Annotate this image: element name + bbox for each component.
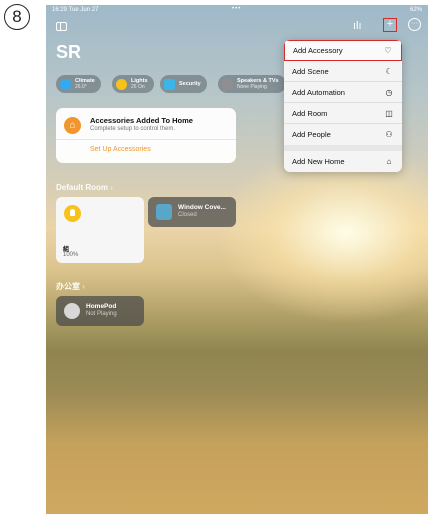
- homepod-icon: [64, 303, 80, 319]
- lock-icon: [164, 78, 175, 90]
- accessory-status: Closed: [178, 212, 197, 218]
- add-accessory-item[interactable]: Add Accessory ♡: [284, 40, 402, 61]
- room-name: 办公室: [56, 282, 80, 291]
- menu-item-label: Add Scene: [292, 66, 329, 76]
- room-name: Default Room: [56, 183, 108, 192]
- room-header-office[interactable]: 办公室 ›: [56, 281, 85, 292]
- accessory-name: Window Cove...: [178, 204, 226, 211]
- speakers-value: None Playing: [237, 84, 267, 90]
- more-options-icon[interactable]: ···: [408, 18, 421, 31]
- accessories-added-card: ⌂ Accessories Added To Home Complete set…: [56, 108, 236, 163]
- add-automation-item[interactable]: Add Automation ◷: [284, 82, 402, 103]
- security-pill[interactable]: Security: [160, 75, 207, 93]
- card-title: Accessories Added To Home: [90, 116, 193, 125]
- climate-icon: [60, 78, 71, 90]
- menu-item-label: Add Accessory: [293, 46, 343, 55]
- card-subtitle: Complete setup to control them.: [90, 126, 176, 132]
- room-header-default[interactable]: Default Room ›: [56, 183, 113, 192]
- speakers-pill[interactable]: Speakers & TVs None Playing: [218, 75, 286, 93]
- blinds-icon: [156, 204, 172, 220]
- intercom-waveform-icon[interactable]: ılı: [353, 20, 362, 32]
- add-room-item[interactable]: Add Room ◫: [284, 103, 402, 124]
- step-number-badge: 8: [4, 4, 30, 30]
- home-title: SR: [56, 42, 82, 62]
- add-button[interactable]: +: [383, 18, 397, 32]
- home-icon: ⌂: [64, 117, 81, 134]
- menu-item-label: Add People: [292, 130, 331, 139]
- light-accessory-tile[interactable]: 組 100%: [56, 197, 144, 263]
- status-bar: 16:29 Tue Jun 27 ••• 62%: [46, 5, 428, 17]
- window-covering-tile[interactable]: Window Cove... Closed: [148, 197, 236, 227]
- lights-value: 26 On: [131, 84, 145, 90]
- sidebar-toggle-icon[interactable]: [56, 22, 67, 31]
- climate-value: 26.0°: [75, 84, 87, 90]
- tv-icon: [222, 78, 233, 90]
- lightbulb-icon: ♡: [384, 46, 392, 55]
- accessory-status: Not Playing: [86, 311, 117, 317]
- menu-item-label: Add Room: [292, 108, 328, 118]
- accessory-name: HomePod: [86, 303, 117, 310]
- lightbulb-icon: [116, 78, 127, 90]
- battery-level: 62%: [409, 7, 422, 13]
- room-icon: ◫: [385, 108, 393, 118]
- accessory-status: 100%: [63, 252, 79, 258]
- chevron-right-icon: ›: [82, 282, 85, 291]
- chevron-right-icon: ›: [110, 183, 113, 192]
- menu-item-label: Add Automation: [292, 87, 345, 97]
- status-time: 16:29 Tue Jun 27: [52, 7, 99, 13]
- lightbulb-icon[interactable]: [64, 205, 81, 222]
- add-people-item[interactable]: Add People ⚇: [284, 124, 402, 145]
- set-up-accessories-link[interactable]: Set Up Accessories: [90, 146, 151, 153]
- security-label: Security: [179, 81, 201, 87]
- add-scene-item[interactable]: Add Scene ☾: [284, 61, 402, 82]
- multitasking-dots-icon[interactable]: •••: [232, 6, 241, 12]
- home-icon: ⌂: [386, 157, 392, 166]
- card-divider: [56, 139, 236, 140]
- lights-pill[interactable]: Lights 26 On: [112, 75, 154, 93]
- climate-pill[interactable]: Climate 26.0°: [56, 75, 101, 93]
- add-new-home-item[interactable]: Add New Home ⌂: [284, 151, 402, 172]
- menu-item-label: Add New Home: [292, 157, 345, 166]
- automation-clock-icon: ◷: [385, 87, 393, 97]
- home-app-screen: 16:29 Tue Jun 27 ••• 62% ılı + ··· SR Cl…: [46, 5, 428, 514]
- add-menu: Add Accessory ♡ Add Scene ☾ Add Automati…: [284, 40, 402, 172]
- people-icon: ⚇: [385, 130, 393, 139]
- scene-icon: ☾: [385, 66, 393, 76]
- homepod-tile[interactable]: HomePod Not Playing: [56, 296, 144, 326]
